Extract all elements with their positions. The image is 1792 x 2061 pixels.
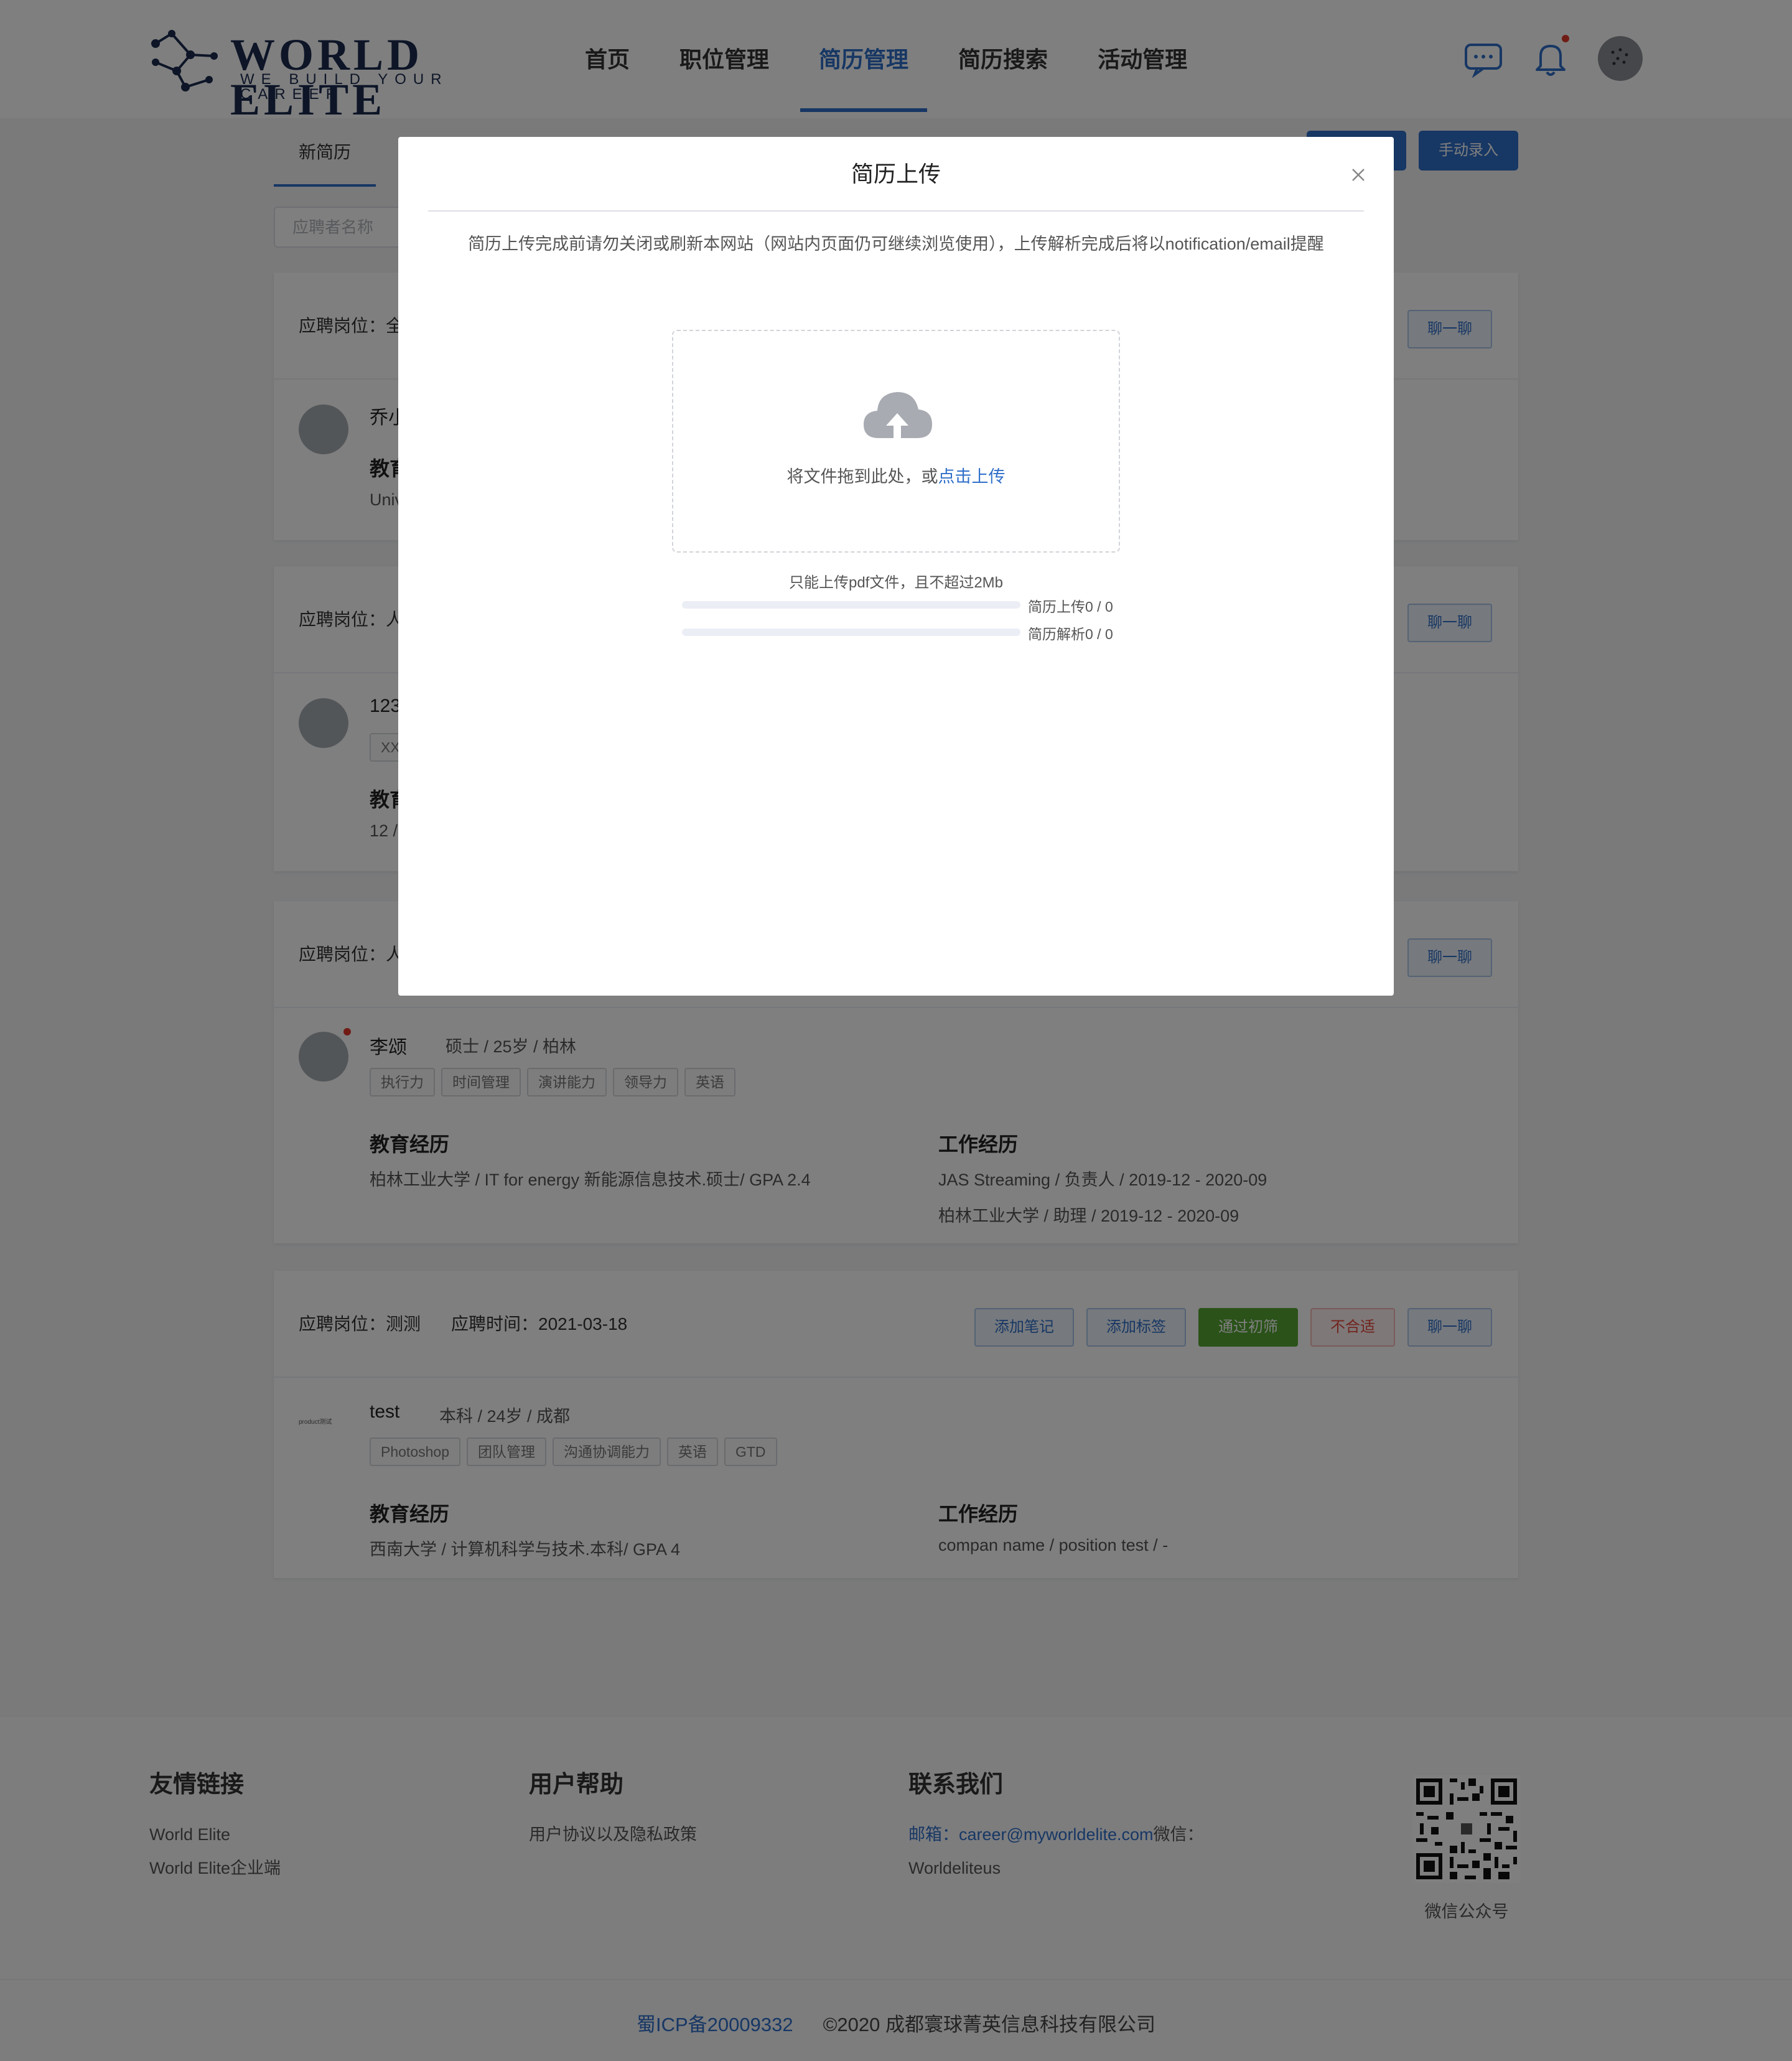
drop-text: 将文件拖到此处，或 bbox=[786, 467, 938, 486]
file-dropzone[interactable]: 将文件拖到此处，或点击上传 bbox=[672, 330, 1120, 553]
close-icon[interactable] bbox=[1349, 166, 1368, 184]
parse-progress: 简历解析0 / 0 bbox=[682, 622, 1130, 642]
drop-instructions: 将文件拖到此处，或点击上传 bbox=[673, 463, 1119, 487]
upload-progress-label: 简历上传0 / 0 bbox=[1028, 599, 1113, 615]
dialog-divider bbox=[428, 210, 1364, 212]
upload-notice: 简历上传完成前请勿关闭或刷新本网站（网站内页面仍可继续浏览使用），上传解析完成后… bbox=[468, 235, 1324, 253]
upload-progress: 简历上传0 / 0 bbox=[682, 595, 1130, 615]
file-limit-hint: 只能上传pdf文件，且不超过2Mb bbox=[788, 574, 1004, 591]
click-upload-link[interactable]: 点击上传 bbox=[938, 467, 1006, 486]
dialog-title: 简历上传 bbox=[851, 161, 941, 187]
cloud-upload-icon bbox=[864, 392, 932, 442]
resume-upload-dialog: 简历上传 简历上传完成前请勿关闭或刷新本网站（网站内页面仍可继续浏览使用），上传… bbox=[398, 137, 1394, 996]
progress-track bbox=[682, 629, 1020, 636]
progress-track bbox=[682, 601, 1020, 609]
parse-progress-label: 简历解析0 / 0 bbox=[1028, 626, 1113, 642]
